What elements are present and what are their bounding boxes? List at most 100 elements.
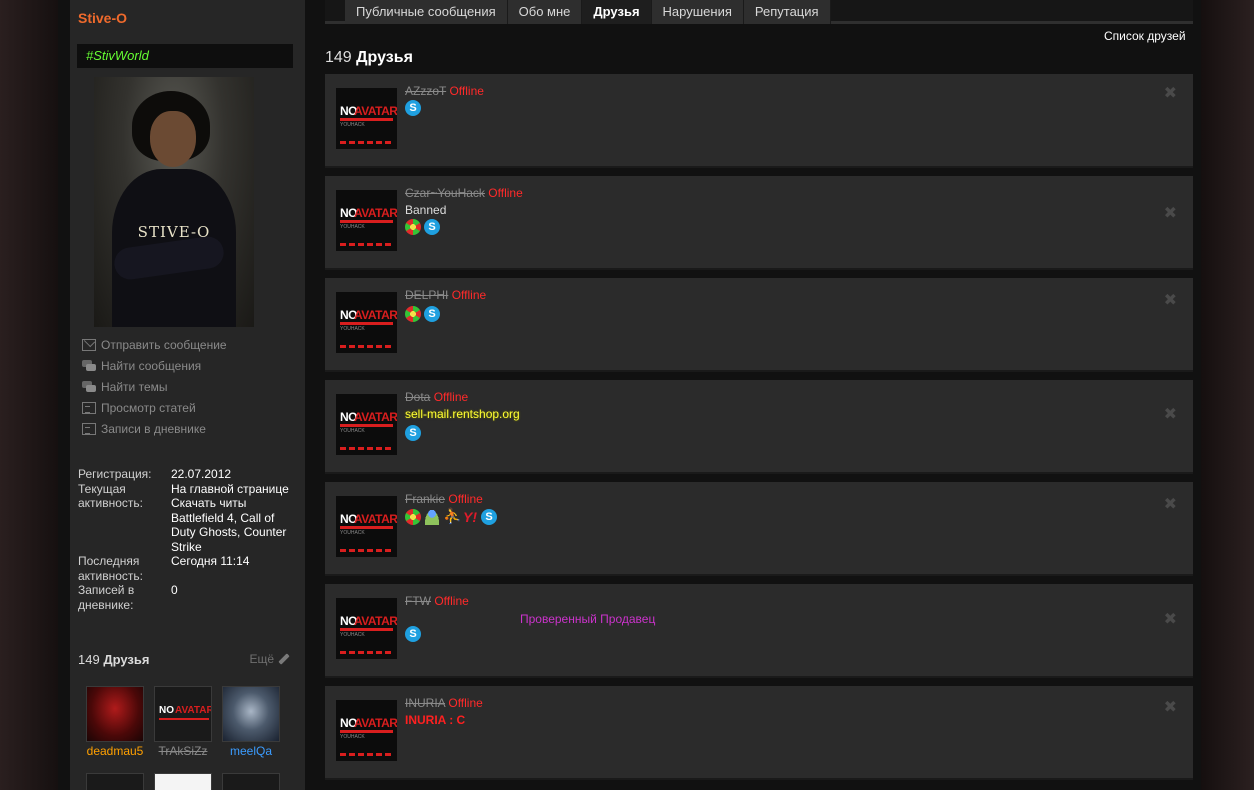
find-posts-link[interactable]: Найти сообщения	[82, 355, 227, 376]
skype-icon[interactable]: S	[405, 100, 421, 116]
remove-friend-icon[interactable]: ✖	[1164, 700, 1177, 716]
friend-row: NO AVATAR YOUHACK Frankie Offline ⛹ Y! S ✖	[325, 482, 1193, 576]
friend-status: Offline	[433, 390, 469, 404]
remove-friend-icon[interactable]: ✖	[1164, 407, 1177, 423]
tab-friends[interactable]: Друзья	[582, 0, 652, 24]
find-threads-link[interactable]: Найти темы	[82, 376, 227, 397]
friends-list-link[interactable]: Список друзей	[1104, 29, 1186, 43]
friend-username[interactable]: Czar~YouHack	[405, 186, 485, 200]
icq-icon[interactable]	[405, 306, 421, 322]
remove-friend-icon[interactable]: ✖	[1164, 206, 1177, 222]
friend-thumbnail[interactable]	[86, 686, 144, 742]
avatar-shirt-text: STIVE-O	[137, 223, 211, 241]
friend-custom-title: Banned	[405, 203, 447, 217]
friend-username[interactable]: FTW	[405, 594, 431, 608]
friend-thumbnail[interactable]	[222, 773, 280, 790]
friend-avatar[interactable]: NO AVATAR YOUHACK	[336, 292, 397, 353]
friend-thumbnail[interactable]	[154, 773, 212, 790]
info-last-activity: Последняя активность: Сегодня 11:14	[78, 554, 250, 583]
friend-name-line: FTW Offline	[405, 594, 469, 608]
skype-icon[interactable]: S	[424, 306, 440, 322]
friend-thumbnail[interactable]: NO AVATAR	[154, 686, 212, 742]
sidebar-friend[interactable]	[153, 773, 213, 790]
remove-friend-icon[interactable]: ✖	[1164, 497, 1177, 513]
more-friends-link[interactable]: Ещё	[249, 652, 290, 666]
skype-icon[interactable]: S	[481, 509, 497, 525]
diary-entries-link[interactable]: Записи в дневнике	[82, 418, 227, 439]
icq-icon[interactable]	[405, 219, 421, 235]
friend-name[interactable]: meelQa	[221, 744, 281, 758]
friend-im-icons: S	[405, 306, 440, 322]
mail-icon	[82, 338, 96, 351]
friend-status: Offline	[451, 288, 487, 302]
friend-custom-title: INURIA : C	[405, 713, 466, 727]
friend-avatar[interactable]: NO AVATAR YOUHACK	[336, 700, 397, 761]
friend-custom-title: Проверенный Продавец	[520, 612, 656, 626]
friend-row: NO AVATAR YOUHACK DELPHI Offline S ✖	[325, 278, 1193, 372]
chat-icon	[82, 380, 96, 393]
friend-status: Offline	[448, 492, 483, 506]
tab-infractions[interactable]: Нарушения	[651, 0, 744, 24]
profile-avatar: STIVE-O	[94, 77, 254, 327]
tab-public-messages[interactable]: Публичные сообщения	[345, 0, 508, 24]
sidebar-friend[interactable]: NO AVATAR TrAkSiZz	[153, 686, 213, 758]
sidebar-friend[interactable]	[221, 773, 281, 790]
user-title: #StivWorld	[86, 48, 149, 63]
friend-name[interactable]: TrAkSiZz	[153, 744, 213, 758]
tab-reputation[interactable]: Репутация	[743, 0, 831, 24]
friend-row: NO AVATAR YOUHACK Czar~YouHack Offline Banne…	[325, 176, 1193, 270]
friend-avatar[interactable]: NO AVATAR YOUHACK	[336, 190, 397, 251]
send-message-link[interactable]: Отправить сообщение	[82, 334, 227, 355]
user-title-box: #StivWorld	[77, 44, 293, 68]
friend-name-line: Frankie Offline	[405, 492, 483, 506]
msn-icon[interactable]	[424, 509, 440, 525]
friend-avatar[interactable]: NO AVATAR YOUHACK	[336, 598, 397, 659]
yahoo-icon[interactable]: Y!	[462, 509, 478, 525]
friend-username[interactable]: Dota	[405, 390, 430, 404]
profile-info: Регистрация: 22.07.2012 Текущая активнос…	[78, 467, 298, 612]
friend-name-line: DELPHI Offline	[405, 288, 486, 302]
info-current-activity: Текущая активность: На главной странице …	[78, 481, 289, 554]
aim-icon[interactable]: ⛹	[443, 509, 462, 525]
page-background-left	[0, 0, 58, 790]
document-icon	[82, 401, 96, 414]
friend-username[interactable]: INURIA	[405, 696, 445, 710]
friend-avatar[interactable]: NO AVATAR YOUHACK	[336, 496, 397, 557]
remove-friend-icon[interactable]: ✖	[1164, 293, 1177, 309]
skype-icon[interactable]: S	[424, 219, 440, 235]
remove-friend-icon[interactable]: ✖	[1164, 612, 1177, 628]
pencil-icon	[278, 653, 290, 665]
skype-icon[interactable]: S	[405, 626, 421, 642]
friend-custom-title: sell-mail.rentshop.org	[405, 407, 520, 421]
friend-avatar[interactable]: NO AVATAR YOUHACK	[336, 88, 397, 149]
friend-im-icons: ⛹ Y! S	[405, 509, 497, 525]
friend-name-line: Dota Offline	[405, 390, 468, 404]
friends-heading: 149 Друзья	[325, 49, 413, 66]
friend-row: NO AVATAR YOUHACK FTW Offline Проверенный Пр…	[325, 584, 1193, 678]
document-icon	[82, 422, 96, 435]
chat-icon	[82, 359, 96, 372]
tab-about-me[interactable]: Обо мне	[507, 0, 583, 24]
friend-thumbnail[interactable]	[222, 686, 280, 742]
friend-name-line: AZzzoT Offline	[405, 84, 484, 98]
friend-im-icons: S	[405, 100, 421, 116]
friend-thumbnail[interactable]	[86, 773, 144, 790]
friend-avatar[interactable]: NO AVATAR YOUHACK	[336, 394, 397, 455]
remove-friend-icon[interactable]: ✖	[1164, 86, 1177, 102]
friend-username[interactable]: AZzzoT	[405, 84, 446, 98]
friend-username[interactable]: DELPHI	[405, 288, 448, 302]
view-articles-link[interactable]: Просмотр статей	[82, 397, 227, 418]
sidebar-friend[interactable]	[85, 773, 145, 790]
sidebar-friend[interactable]: deadmau5	[85, 686, 145, 758]
sidebar-friend[interactable]: meelQa	[221, 686, 281, 758]
info-registration: Регистрация: 22.07.2012	[78, 467, 232, 481]
icq-icon[interactable]	[405, 509, 421, 525]
friend-status: Offline	[449, 84, 484, 98]
friend-row: NO AVATAR YOUHACK Dota Offline sell-mail.ren…	[325, 380, 1193, 474]
info-diary-count: Записей в дневнике: 0	[78, 583, 178, 612]
profile-username: Stive-O	[78, 10, 128, 26]
skype-icon[interactable]: S	[405, 425, 421, 441]
friend-name[interactable]: deadmau5	[85, 744, 145, 758]
friend-username[interactable]: Frankie	[405, 492, 445, 506]
friend-name-line: Czar~YouHack Offline	[405, 186, 523, 200]
